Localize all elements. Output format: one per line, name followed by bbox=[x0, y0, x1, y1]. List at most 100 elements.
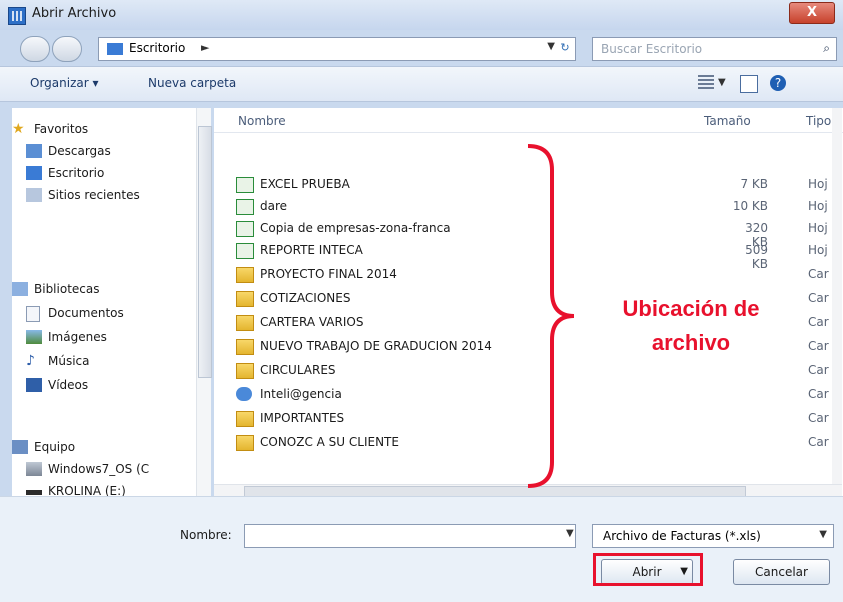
column-header-name[interactable]: Nombre bbox=[238, 114, 286, 128]
search-input[interactable]: Buscar Escritorio ⌕ bbox=[592, 37, 837, 61]
window-title: Abrir Archivo bbox=[32, 6, 117, 21]
file-name: EXCEL PRUEBA bbox=[260, 177, 350, 191]
file-type: Car bbox=[808, 363, 829, 377]
usb-drive-icon bbox=[26, 490, 42, 495]
sidebar-item-label: Documentos bbox=[48, 306, 124, 320]
file-size: 7 KB bbox=[740, 177, 768, 191]
annotation-highlight-box bbox=[593, 553, 703, 586]
documents-icon bbox=[26, 306, 40, 322]
file-type: Hoj bbox=[808, 243, 828, 257]
folder-icon bbox=[236, 435, 254, 451]
sidebar-scrollbar[interactable] bbox=[196, 108, 212, 496]
file-size: 10 KB bbox=[732, 199, 768, 213]
folder-icon bbox=[236, 411, 254, 427]
sidebar-item-label: Bibliotecas bbox=[34, 282, 100, 296]
file-name: COTIZACIONES bbox=[260, 291, 351, 305]
sidebar-item-label: Favoritos bbox=[34, 122, 89, 136]
file-type: Car bbox=[808, 435, 829, 449]
navigation-pane: ★ Favoritos Descargas Escritorio Sitios … bbox=[12, 108, 197, 498]
computer-icon bbox=[12, 440, 28, 454]
file-type: Hoj bbox=[808, 199, 828, 213]
sidebar-scroll-thumb[interactable] bbox=[198, 126, 212, 378]
file-type-filter-value: Archivo de Facturas (*.xls) bbox=[603, 529, 761, 543]
file-name: Copia de empresas-zona-franca bbox=[260, 221, 451, 235]
file-name: CARTERA VARIOS bbox=[260, 315, 364, 329]
sidebar-item-label: Vídeos bbox=[48, 378, 89, 392]
views-dropdown-icon[interactable]: ▼ bbox=[718, 77, 726, 88]
column-header-type[interactable]: Tipo bbox=[806, 114, 831, 128]
file-type: Car bbox=[808, 267, 829, 281]
star-icon: ★ bbox=[12, 121, 25, 137]
back-button[interactable] bbox=[20, 36, 50, 62]
folder-icon bbox=[236, 363, 254, 379]
sidebar-item-label: Sitios recientes bbox=[48, 188, 140, 202]
search-placeholder: Buscar Escritorio bbox=[601, 42, 703, 56]
file-type: Car bbox=[808, 387, 829, 401]
file-name: REPORTE INTECA bbox=[260, 243, 363, 257]
sidebar-item-label: Imágenes bbox=[48, 330, 107, 344]
dialog-footer bbox=[0, 496, 843, 602]
file-list-header: Nombre Tamaño Tipo bbox=[214, 108, 843, 133]
folder-icon bbox=[236, 291, 254, 307]
annotation-brace-icon bbox=[527, 144, 575, 488]
folder-icon bbox=[236, 339, 254, 355]
file-type-filter[interactable]: Archivo de Facturas (*.xls) ▼ bbox=[592, 524, 834, 548]
title-bar: Abrir Archivo X bbox=[0, 0, 843, 30]
annotation-line-1: Ubicación de bbox=[622, 296, 760, 321]
file-type: Hoj bbox=[808, 177, 828, 191]
app-icon bbox=[8, 7, 26, 25]
excel-file-icon bbox=[236, 243, 254, 259]
file-name: CIRCULARES bbox=[260, 363, 336, 377]
breadcrumb-chevron-icon[interactable]: ► bbox=[201, 41, 209, 54]
close-button[interactable]: X bbox=[789, 2, 835, 24]
annotation-label: Ubicación de archivo bbox=[606, 292, 776, 360]
sidebar-item-label: Windows7_OS (C bbox=[48, 462, 150, 476]
refresh-icon[interactable]: ↻ bbox=[557, 40, 573, 56]
column-header-size[interactable]: Tamaño bbox=[704, 114, 751, 128]
address-dropdown-icon[interactable]: ▼ bbox=[547, 41, 555, 52]
sidebar-item-label: Descargas bbox=[48, 144, 111, 158]
file-type: Car bbox=[808, 339, 829, 353]
music-icon: ♪ bbox=[26, 353, 35, 369]
new-folder-button[interactable]: Nueva carpeta bbox=[148, 76, 236, 90]
file-name: CONOZC A SU CLIENTE bbox=[260, 435, 399, 449]
address-bar[interactable]: Escritorio ► ▼ ↻ bbox=[98, 37, 576, 61]
views-icon[interactable] bbox=[698, 75, 714, 91]
drive-icon bbox=[26, 462, 42, 476]
file-name-dropdown-icon[interactable]: ▼ bbox=[566, 528, 574, 539]
file-name: PROYECTO FINAL 2014 bbox=[260, 267, 397, 281]
file-name: NUEVO TRABAJO DE GRADUCION 2014 bbox=[260, 339, 492, 353]
desktop-icon bbox=[107, 43, 123, 55]
excel-file-icon bbox=[236, 199, 254, 215]
address-text[interactable]: Escritorio bbox=[129, 41, 185, 55]
organize-menu[interactable]: Organizar ▾ bbox=[30, 76, 99, 90]
command-toolbar: Organizar ▾ Nueva carpeta ▼ ? bbox=[0, 66, 843, 102]
desktop-icon bbox=[26, 166, 42, 180]
open-file-dialog: Abrir Archivo X Escritorio ► ▼ ↻ Buscar … bbox=[0, 0, 843, 602]
cancel-button[interactable]: Cancelar bbox=[733, 559, 830, 585]
forward-button[interactable] bbox=[52, 36, 82, 62]
file-name: Inteli@gencia bbox=[260, 387, 342, 401]
videos-icon bbox=[26, 378, 42, 392]
folder-icon bbox=[236, 315, 254, 331]
pictures-icon bbox=[26, 330, 42, 344]
file-name-input[interactable] bbox=[244, 524, 576, 548]
search-icon[interactable]: ⌕ bbox=[823, 41, 830, 56]
excel-file-icon bbox=[236, 221, 254, 237]
preview-pane-icon[interactable] bbox=[740, 75, 758, 93]
file-name: IMPORTANTES bbox=[260, 411, 345, 425]
file-name: dare bbox=[260, 199, 288, 213]
annotation-line-2: archivo bbox=[651, 330, 731, 355]
excel-file-icon bbox=[236, 177, 254, 193]
sidebar-item-label: Escritorio bbox=[48, 166, 105, 180]
shortcut-icon bbox=[236, 387, 252, 401]
file-type: Car bbox=[808, 411, 829, 425]
file-type: Car bbox=[808, 315, 829, 329]
libraries-icon bbox=[12, 282, 28, 296]
sidebar-item-label: Equipo bbox=[34, 440, 76, 454]
sidebar-item-label: Música bbox=[48, 354, 90, 368]
folder-icon bbox=[236, 267, 254, 283]
help-icon[interactable]: ? bbox=[770, 75, 786, 91]
chevron-down-icon[interactable]: ▼ bbox=[819, 529, 827, 540]
file-list-vertical-scrollbar[interactable] bbox=[832, 108, 842, 496]
